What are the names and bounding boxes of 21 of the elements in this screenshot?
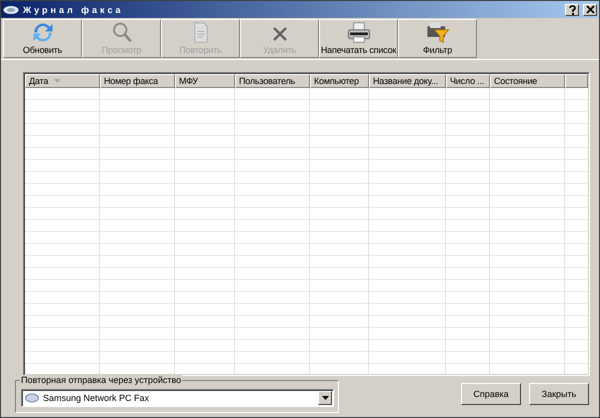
column-header[interactable]: Компьютер — [310, 74, 369, 88]
column-header[interactable]: Число ... — [446, 74, 490, 88]
column-header[interactable]: Состояние — [490, 74, 565, 88]
column-header[interactable]: Название доку... — [369, 74, 446, 88]
toolbar-button[interactable]: Напечатать список — [319, 19, 398, 58]
device-dropdown[interactable]: Samsung Network PC Fax — [21, 389, 334, 407]
column-header[interactable]: МФУ — [175, 74, 235, 88]
close-icon[interactable] — [583, 4, 597, 16]
sort-arrow-icon — [54, 79, 62, 83]
column-header[interactable]: Пользователь — [235, 74, 310, 88]
window-title: Журнал факса — [23, 4, 124, 14]
fax-device-icon — [25, 393, 39, 403]
column-header[interactable]: Номер факса — [100, 74, 175, 88]
group-label: Повторная отправка через устройство — [20, 375, 182, 385]
toolbar-button[interactable]: Обновить — [3, 19, 82, 58]
toolbar-button[interactable]: Фильтр — [398, 19, 477, 58]
help-icon[interactable] — [565, 4, 579, 16]
dialog-button[interactable]: Справка — [461, 383, 521, 405]
dialog-button[interactable]: Закрыть — [529, 383, 589, 405]
column-header[interactable]: Дата — [25, 74, 100, 88]
fax-app-icon — [3, 4, 19, 14]
